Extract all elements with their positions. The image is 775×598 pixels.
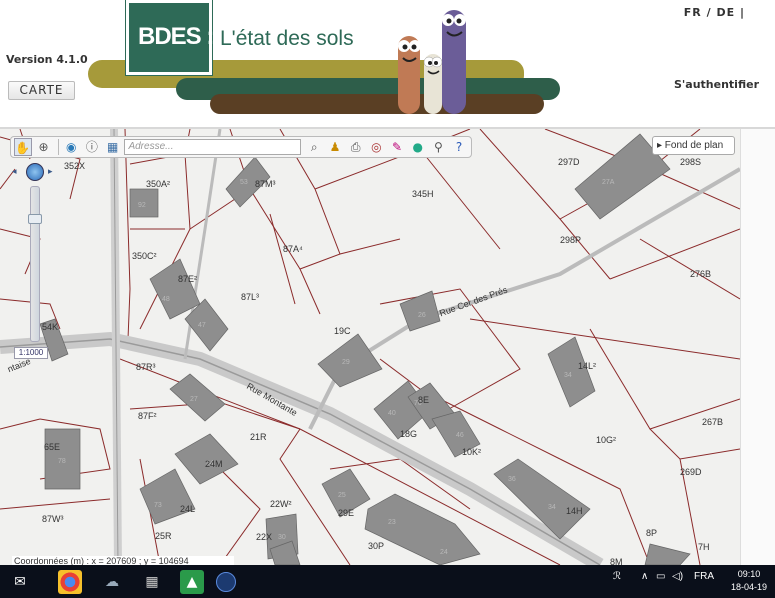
zoom-in-icon[interactable]: ⊕ — [35, 138, 53, 156]
layers-icon[interactable]: ● — [409, 138, 427, 156]
login-link[interactable]: S'authentifier — [674, 78, 759, 91]
street-label-montante: Rue Montante — [245, 381, 299, 418]
previous-extent-icon[interactable]: ◂ — [12, 167, 17, 177]
header: FR / DE | Version 4.1.0 CARTE BDES : L'é… — [0, 0, 775, 128]
parcel-label[interactable]: 65E — [44, 442, 60, 452]
windows-taskbar: ✉ ☁ ▦ ▲ ℛ ∧ ▭ ◁) FRA 09:10 18-04-19 — [0, 565, 775, 598]
tray-chevron-icon[interactable]: ∧ — [641, 571, 648, 582]
target-icon[interactable]: ◎ — [368, 138, 386, 156]
parcel-label[interactable]: 297D — [558, 157, 580, 167]
network-app-icon[interactable]: ☁ — [100, 570, 124, 594]
input-language[interactable]: FRA — [694, 571, 714, 582]
parcel-label[interactable]: 14H — [566, 506, 583, 516]
parcel-label[interactable]: 269D — [680, 467, 702, 477]
parcel-label[interactable]: 19C — [334, 326, 351, 336]
info-icon[interactable]: ⓘ — [83, 138, 101, 156]
parcel-label[interactable]: 21R — [250, 432, 267, 442]
lang-separator: / — [706, 6, 717, 19]
parcel-label[interactable]: 14L² — [578, 361, 596, 371]
parcel-label[interactable]: 8E — [418, 395, 429, 405]
photos-icon[interactable]: ▲ — [180, 570, 204, 594]
parcel-label[interactable]: 29E — [338, 508, 354, 518]
clock-time: 09:10 — [737, 569, 761, 579]
parcel-label[interactable]: 87W³ — [42, 514, 64, 524]
logo-bdes-text: BDES : — [138, 23, 214, 50]
page-scrollbar[interactable] — [740, 129, 775, 565]
person-icon[interactable]: ♟ — [326, 138, 344, 156]
parcel-label[interactable]: 54K — [42, 322, 58, 332]
parcel-label[interactable]: 87R³ — [136, 362, 156, 372]
parcel-label[interactable]: 30P — [368, 541, 384, 551]
browser-app-icon[interactable] — [216, 572, 236, 592]
basemap-button[interactable]: ▸ Fond de plan — [652, 136, 735, 155]
carte-button[interactable]: CARTE — [8, 81, 75, 100]
parcel-label[interactable]: 8M — [610, 557, 623, 565]
map-scale-label: 1:1000 — [14, 347, 48, 359]
map-toolbar: ✋ ⊕ ◉ ⓘ ▦ Adresse... ⌕ ♟ ⎙ ◎ ✎ ● ⚲ ? — [10, 136, 472, 158]
parcel-label[interactable]: 22X — [256, 532, 272, 542]
parcel-label[interactable]: 25R — [155, 531, 172, 541]
parcel-label[interactable]: 298P — [560, 235, 581, 245]
parcel-label[interactable]: 276B — [690, 269, 711, 279]
clock[interactable]: 09:10 18-04-19 — [731, 568, 767, 594]
parcel-label[interactable]: 24L — [180, 504, 195, 514]
version-label: Version 4.1.0 — [6, 53, 88, 66]
parcel-label[interactable]: 345H — [412, 189, 434, 199]
parcel-label[interactable]: 7H — [698, 542, 710, 552]
volume-icon[interactable]: ◁) — [672, 571, 683, 582]
lang-de-link[interactable]: DE — [716, 6, 735, 19]
zoom-slider-handle[interactable] — [28, 214, 42, 224]
parcel-label[interactable]: 87L³ — [241, 292, 259, 302]
worm-mascots-logo — [398, 10, 466, 114]
clock-date: 18-04-19 — [730, 582, 767, 592]
parcel-label[interactable]: 267B — [702, 417, 723, 427]
parcel-label[interactable]: 350A² — [146, 179, 170, 189]
pan-hand-icon[interactable]: ✋ — [14, 138, 32, 156]
toolbar-separator — [58, 139, 60, 155]
parcel-label[interactable]: 22W² — [270, 499, 292, 509]
next-extent-icon[interactable]: ▸ — [48, 167, 53, 177]
calculator-icon[interactable]: ▦ — [140, 570, 164, 594]
parcel-label[interactable]: 8P — [646, 528, 657, 538]
parcel-label[interactable]: 10G² — [596, 435, 616, 445]
chrome-icon[interactable] — [58, 570, 82, 594]
parcel-label[interactable]: 18G — [400, 429, 417, 439]
parcel-label[interactable]: 298S — [680, 157, 701, 167]
parcel-label[interactable]: 350C² — [132, 251, 157, 261]
network-icon[interactable]: ▭ — [656, 571, 665, 582]
full-extent-globe-icon[interactable] — [26, 163, 44, 181]
header-band-brown — [210, 94, 544, 114]
parcel-label[interactable]: 352X — [64, 161, 85, 171]
app-window: FR / DE | Version 4.1.0 CARTE BDES : L'é… — [0, 0, 775, 598]
people-icon[interactable]: ℛ — [613, 571, 621, 582]
parcel-label[interactable]: 87A⁴ — [283, 244, 303, 254]
globe-icon[interactable]: ◉ — [62, 138, 80, 156]
language-switcher: FR / DE | — [684, 6, 745, 19]
logo-title-text: L'état des sols — [220, 27, 354, 50]
search-icon[interactable]: ⌕ — [305, 138, 323, 156]
parcel-label[interactable]: 87E² — [178, 274, 197, 284]
parcel-label[interactable]: 24M — [205, 459, 223, 469]
draw-icon[interactable]: ✎ — [388, 138, 406, 156]
filter-icon[interactable]: ⚲ — [430, 138, 448, 156]
parcel-label[interactable]: 10K² — [462, 447, 481, 457]
cadastral-map[interactable]: 92 53 48 47 29 26 27A 34 27 78 34 73 40 70 46 25 23… — [0, 129, 740, 565]
measure-icon[interactable]: ▦ — [104, 138, 122, 156]
lang-fr-link[interactable]: FR — [684, 6, 702, 19]
print-icon[interactable]: ⎙ — [347, 138, 365, 156]
parcel-label[interactable]: 87F² — [138, 411, 157, 421]
street-label-cerdespres: Rue Cer des Prés — [438, 284, 509, 319]
mail-icon[interactable]: ✉ — [8, 570, 32, 594]
address-search-input[interactable]: Adresse... — [124, 139, 302, 155]
zoom-slider[interactable] — [30, 186, 40, 342]
parcel-label[interactable]: 87M³ — [255, 179, 276, 189]
lang-separator: | — [739, 6, 745, 19]
help-icon[interactable]: ? — [450, 138, 468, 156]
map-navigation: ◂ ▸ — [12, 163, 58, 183]
parcel-labels: 352X 350A² 87M³ 345H 297D 298S 350C² 87A… — [0, 129, 740, 565]
